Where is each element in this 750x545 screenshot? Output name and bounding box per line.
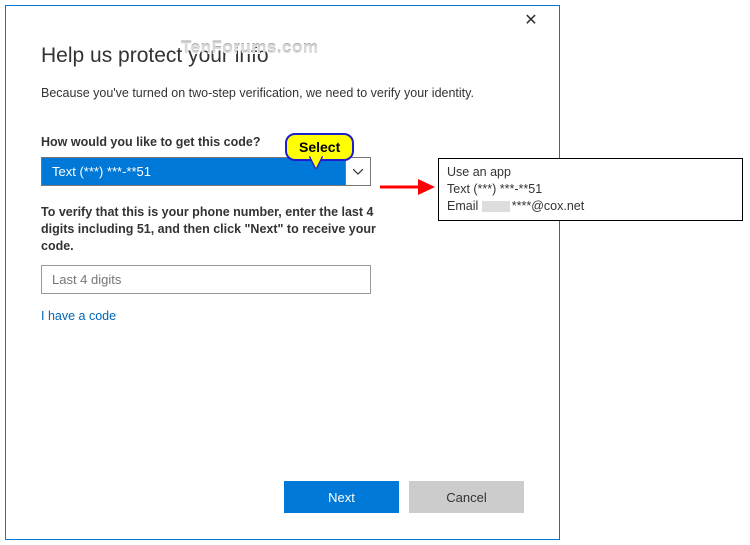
option-app: Use an app bbox=[447, 164, 734, 181]
last-digits-input[interactable] bbox=[41, 265, 371, 294]
dropdown-options-preview: Use an app Text (***) ***-**51 Email ***… bbox=[438, 158, 743, 221]
next-button[interactable]: Next bbox=[284, 481, 399, 513]
method-label: How would you like to get this code? bbox=[41, 135, 524, 149]
have-code-link[interactable]: I have a code bbox=[41, 309, 524, 323]
option-email: Email ****@cox.net bbox=[447, 198, 734, 215]
select-value: Text (***) ***-**51 bbox=[41, 157, 345, 186]
callout-tail-icon bbox=[310, 156, 322, 168]
verify-instructions: To verify that this is your phone number… bbox=[41, 204, 381, 255]
verification-dialog: ✕ TenForums.com Help us protect your inf… bbox=[5, 5, 560, 540]
option-email-suffix: ****@cox.net bbox=[512, 199, 584, 213]
page-title: Help us protect your info bbox=[41, 44, 524, 68]
page-subtitle: Because you've turned on two-step verifi… bbox=[41, 86, 524, 100]
dialog-buttons: Next Cancel bbox=[284, 481, 524, 513]
redacted-block bbox=[482, 201, 510, 212]
option-email-prefix: Email bbox=[447, 199, 478, 213]
cancel-button[interactable]: Cancel bbox=[409, 481, 524, 513]
close-button[interactable]: ✕ bbox=[511, 8, 551, 32]
arrow-icon bbox=[380, 176, 435, 198]
title-bar: ✕ bbox=[6, 6, 559, 34]
option-text: Text (***) ***-**51 bbox=[447, 181, 734, 198]
chevron-down-icon bbox=[345, 157, 371, 186]
close-icon: ✕ bbox=[524, 10, 537, 30]
